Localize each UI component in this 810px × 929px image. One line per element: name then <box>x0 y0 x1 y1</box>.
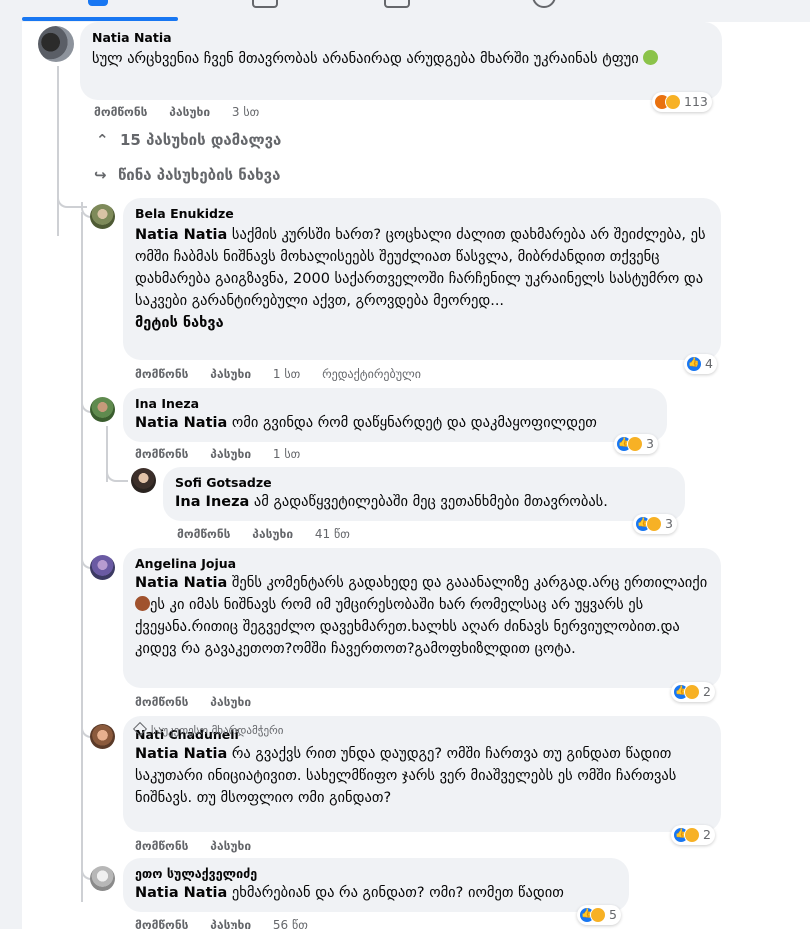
hide-replies-link[interactable]: ⌃ 15 პასუხის დამალვა <box>96 130 281 150</box>
chevron-up-icon: ⌃ <box>96 131 109 149</box>
reply-author[interactable]: Bela Enukidze <box>135 206 709 222</box>
reaction-count: 2 <box>703 827 711 842</box>
top-nav <box>0 0 810 24</box>
avatar[interactable] <box>90 204 115 229</box>
reply-text: ამ გადაწყვეტილებაში მეც ვეთანხმები მთავრ… <box>249 494 608 510</box>
reply-button[interactable]: პასუხი <box>252 527 293 541</box>
active-tab-indicator <box>22 17 178 21</box>
reaction-summary[interactable]: 👍 3 <box>614 434 658 454</box>
reply-text-part-1: შენს კომენტარს გადახედე და გააანალიზე კა… <box>227 575 708 591</box>
reply-actions: მომწონს პასუხი <box>135 838 269 854</box>
reaction-summary[interactable]: 👍 5 <box>577 905 621 925</box>
like-button[interactable]: მომწონს <box>135 918 188 929</box>
like-button[interactable]: მომწონს <box>135 447 188 461</box>
care-reaction-icon <box>646 516 662 532</box>
reaction-count: 113 <box>684 94 708 109</box>
reply-author[interactable]: Angelina Jojua <box>135 556 709 572</box>
mention-link[interactable]: Ina Ineza <box>175 494 249 510</box>
avatar[interactable] <box>90 724 115 749</box>
see-more-link[interactable]: მეტის ნახვა <box>135 312 709 334</box>
video-icon <box>252 0 278 8</box>
nauseated-face-icon <box>643 50 659 65</box>
reply-arrow-icon: ↪ <box>94 166 107 184</box>
mention-link[interactable]: Natia Natia <box>135 575 227 591</box>
reply-button[interactable]: პასუხი <box>210 447 251 461</box>
diamond-icon <box>132 721 148 737</box>
avatar[interactable] <box>38 26 74 62</box>
reaction-summary[interactable]: 👍 3 <box>633 514 677 534</box>
timestamp[interactable]: 1 სთ <box>273 367 300 381</box>
reply-bubble: Sofi Gotsadze Ina Ineza ამ გადაწყვეტილებ… <box>163 467 685 521</box>
nested-connector <box>106 466 128 482</box>
avatar[interactable] <box>90 866 115 891</box>
care-reaction-icon <box>684 827 700 843</box>
care-reaction-icon <box>684 684 700 700</box>
reply-button[interactable]: პასუხი <box>210 695 251 709</box>
reply-text: ომი გვინდა რომ დაწყნარდეტ და დაკმაყოფილდ… <box>227 415 597 431</box>
like-button[interactable]: მომწონს <box>135 695 188 709</box>
comments-card: Natia Natia სულ არცხვენია ჩვენ მთავრობას… <box>22 22 810 929</box>
reply-actions: მომწონს პასუხი 1 სთ რედაქტირებული <box>135 366 439 382</box>
reaction-summary[interactable]: 113 <box>652 92 712 112</box>
comment-bubble: Natia Natia სულ არცხვენია ჩვენ მთავრობას… <box>80 22 722 100</box>
marketplace-icon <box>384 0 410 8</box>
edited-label: რედაქტირებული <box>322 367 421 381</box>
like-button[interactable]: მომწონს <box>135 367 188 381</box>
like-button[interactable]: მომწონს <box>135 839 188 853</box>
thread-line <box>57 66 59 236</box>
reaction-count: 5 <box>609 907 617 922</box>
top-fan-badge: საუკეთესო მხარდამჭერი <box>132 721 283 738</box>
reaction-summary[interactable]: 👍 2 <box>671 825 715 845</box>
reaction-summary[interactable]: 👍 2 <box>671 682 715 702</box>
reply-text-part-2: ეს კი იმას ნიშნავს რომ იმ უმცირესობაში ხ… <box>135 597 680 657</box>
comment-author[interactable]: Natia Natia <box>92 30 710 46</box>
reply-bubble: ეთო სულაქველიძე Natia Natia ეხმარებიან დ… <box>123 858 629 912</box>
avatar[interactable] <box>90 555 115 580</box>
reaction-count: 2 <box>703 684 711 699</box>
home-icon <box>88 0 108 6</box>
reaction-count: 4 <box>705 356 713 371</box>
like-reaction-icon: 👍 <box>686 356 702 372</box>
reply-actions: მომწონს პასუხი <box>135 694 269 710</box>
reaction-summary[interactable]: 👍 4 <box>684 354 717 374</box>
groups-icon <box>532 0 556 8</box>
see-no-evil-monkey-icon <box>135 596 150 611</box>
reply-author[interactable]: ეთო სულაქველიძე <box>135 866 617 882</box>
reply-button[interactable]: პასუხი <box>169 105 210 119</box>
mention-link[interactable]: Natia Natia <box>135 885 227 901</box>
reply-bubble: Bela Enukidze Natia Natia საქმის კურსში … <box>123 198 721 360</box>
avatar[interactable] <box>90 397 115 422</box>
comment-actions: მომწონს პასუხი 3 სთ <box>94 104 277 120</box>
reply-bubble: საუკეთესო მხარდამჭერი Nati Chaduneli Nat… <box>123 716 721 832</box>
comment-text: სულ არცხვენია ჩვენ მთავრობას არანაირად ა… <box>92 51 639 67</box>
haha-reaction-icon <box>665 94 681 110</box>
reply-actions: მომწონს პასუხი 56 წთ <box>135 917 326 929</box>
reply-text: ეხმარებიან და რა გინდათ? ომი? იომეთ წადი… <box>227 885 564 901</box>
mention-link[interactable]: Natia Natia <box>135 415 227 431</box>
reply-bubble: Angelina Jojua Natia Natia შენს კომენტარ… <box>123 548 721 688</box>
timestamp[interactable]: 56 წთ <box>273 918 308 929</box>
previous-replies-link[interactable]: ↪ წინა პასუხების ნახვა <box>94 165 280 185</box>
reply-button[interactable]: პასუხი <box>210 367 251 381</box>
reply-bubble: Ina Ineza Natia Natia ომი გვინდა რომ დაწ… <box>123 388 667 442</box>
reaction-count: 3 <box>646 436 654 451</box>
mention-link[interactable]: Natia Natia <box>135 746 227 762</box>
reaction-count: 3 <box>665 516 673 531</box>
reply-actions: მომწონს პასუხი 1 სთ <box>135 446 318 462</box>
reply-author[interactable]: Sofi Gotsadze <box>175 475 673 491</box>
like-button[interactable]: მომწონს <box>94 105 147 119</box>
timestamp[interactable]: 3 სთ <box>232 105 259 119</box>
mention-link[interactable]: Natia Natia <box>135 227 227 243</box>
avatar[interactable] <box>131 468 156 493</box>
timestamp[interactable]: 1 სთ <box>273 447 300 461</box>
care-reaction-icon <box>627 436 643 452</box>
reply-author[interactable]: Ina Ineza <box>135 396 655 412</box>
timestamp[interactable]: 41 წთ <box>315 527 350 541</box>
reply-button[interactable]: პასუხი <box>210 839 251 853</box>
reply-button[interactable]: პასუხი <box>210 918 251 929</box>
like-button[interactable]: მომწონს <box>177 527 230 541</box>
care-reaction-icon <box>590 907 606 923</box>
reply-actions: მომწონს პასუხი 41 წთ <box>177 526 368 542</box>
